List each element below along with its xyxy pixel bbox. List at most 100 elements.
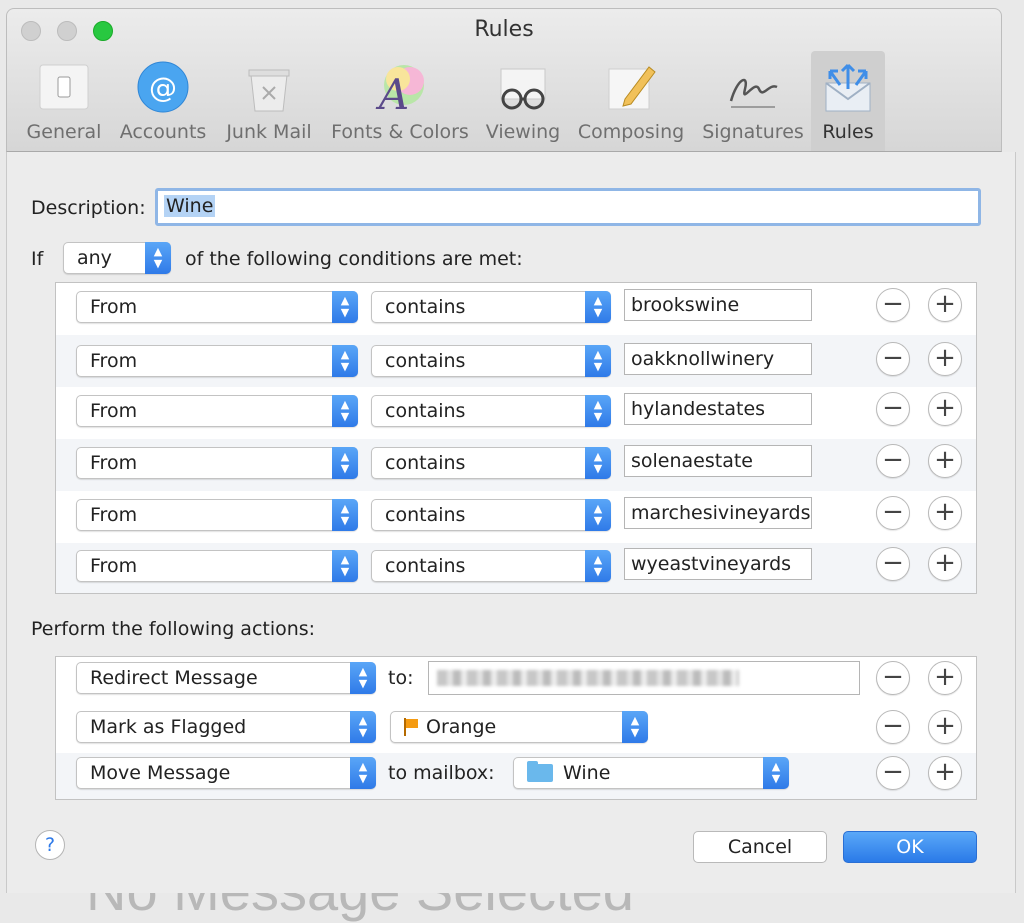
action-row: Redirect Message ▲ ▼ to: − + xyxy=(56,657,976,705)
ok-button[interactable]: OK xyxy=(843,831,977,863)
folder-icon xyxy=(527,761,553,782)
condition-row: From ▲ ▼ contains ▲ ▼ brookswine − + xyxy=(56,283,976,335)
stepper-icon: ▲ ▼ xyxy=(585,395,611,427)
svg-text:@: @ xyxy=(149,71,177,104)
actions-label: Perform the following actions: xyxy=(31,618,316,640)
tab-viewing-label: Viewing xyxy=(485,121,561,143)
condition-operator-value: contains xyxy=(385,296,466,318)
tab-composing[interactable]: Composing xyxy=(573,51,689,151)
add-condition-button[interactable]: + xyxy=(928,288,962,322)
conditions-suffix-label: of the following conditions are met: xyxy=(185,248,523,270)
remove-condition-button[interactable]: − xyxy=(876,496,910,530)
condition-operator-select[interactable]: contains ▲ ▼ xyxy=(371,499,611,531)
stepper-icon: ▲ ▼ xyxy=(585,499,611,531)
rule-editor-panel: Description: Wine If any ▲ ▼ of the follo… xyxy=(6,152,1016,893)
condition-value-field[interactable]: hylandestates xyxy=(624,393,812,425)
condition-operator-select[interactable]: contains ▲ ▼ xyxy=(371,395,611,427)
stepper-icon: ▲ ▼ xyxy=(332,345,358,377)
action-type-select[interactable]: Mark as Flagged ▲ ▼ xyxy=(76,711,376,743)
condition-row: From ▲ ▼ contains ▲ ▼ wyeastvineyards − + xyxy=(56,543,976,593)
tab-composing-label: Composing xyxy=(577,121,685,143)
mailbox-select[interactable]: Wine ▲ ▼ xyxy=(513,757,789,789)
tab-accounts-label: Accounts xyxy=(119,121,207,143)
match-any-all-select[interactable]: any ▲ ▼ xyxy=(63,242,171,274)
condition-field-select[interactable]: From ▲ ▼ xyxy=(76,395,358,427)
condition-field-value: From xyxy=(90,504,138,526)
redirect-address-field[interactable] xyxy=(428,661,860,695)
condition-field-value: From xyxy=(90,296,138,318)
tab-viewing[interactable]: Viewing xyxy=(481,51,565,151)
tab-general[interactable]: General xyxy=(19,51,109,151)
stepper-icon: ▲ ▼ xyxy=(585,291,611,323)
condition-value-field[interactable]: solenaestate xyxy=(624,445,812,477)
add-condition-button[interactable]: + xyxy=(928,342,962,376)
fonts-icon: A xyxy=(372,59,428,119)
if-label: If xyxy=(31,248,44,270)
remove-condition-button[interactable]: − xyxy=(876,288,910,322)
add-action-button[interactable]: + xyxy=(928,661,962,695)
condition-operator-value: contains xyxy=(385,452,466,474)
condition-operator-select[interactable]: contains ▲ ▼ xyxy=(371,345,611,377)
condition-field-select[interactable]: From ▲ ▼ xyxy=(76,345,358,377)
stepper-icon: ▲ ▼ xyxy=(332,291,358,323)
action-type-select[interactable]: Redirect Message ▲ ▼ xyxy=(76,662,376,694)
tab-rules[interactable]: Rules xyxy=(811,51,885,151)
titlebar: Rules General @ Accounts Junk Mail A Fon… xyxy=(6,8,1002,152)
redacted-address xyxy=(437,670,739,686)
condition-field-select[interactable]: From ▲ ▼ xyxy=(76,499,358,531)
add-action-button[interactable]: + xyxy=(928,756,962,790)
condition-operator-value: contains xyxy=(385,400,466,422)
add-action-button[interactable]: + xyxy=(928,710,962,744)
action-type-select[interactable]: Move Message ▲ ▼ xyxy=(76,757,376,789)
condition-row: From ▲ ▼ contains ▲ ▼ hylandestates − + xyxy=(56,387,976,439)
condition-operator-value: contains xyxy=(385,350,466,372)
rules-icon xyxy=(820,59,876,115)
remove-condition-button[interactable]: − xyxy=(876,392,910,426)
condition-row: From ▲ ▼ contains ▲ ▼ solenaestate − + xyxy=(56,439,976,491)
help-button[interactable]: ? xyxy=(35,830,65,860)
flag-color-value: Orange xyxy=(426,716,497,738)
condition-operator-value: contains xyxy=(385,504,466,526)
signature-icon xyxy=(725,59,781,115)
remove-action-button[interactable]: − xyxy=(876,710,910,744)
condition-operator-select[interactable]: contains ▲ ▼ xyxy=(371,291,611,323)
redirect-to-label: to: xyxy=(388,667,414,689)
flag-color-select[interactable]: Orange ▲ ▼ xyxy=(390,711,648,743)
add-condition-button[interactable]: + xyxy=(928,496,962,530)
condition-value-field[interactable]: marchesivineyards xyxy=(624,497,812,529)
stepper-icon: ▲ ▼ xyxy=(350,662,376,694)
condition-operator-select[interactable]: contains ▲ ▼ xyxy=(371,550,611,582)
remove-action-button[interactable]: − xyxy=(876,661,910,695)
tab-accounts[interactable]: @ Accounts xyxy=(113,51,213,151)
stepper-icon: ▲ ▼ xyxy=(332,395,358,427)
add-condition-button[interactable]: + xyxy=(928,547,962,581)
glasses-icon xyxy=(495,59,551,115)
condition-field-select[interactable]: From ▲ ▼ xyxy=(76,550,358,582)
description-label: Description: xyxy=(31,197,146,219)
condition-value-field[interactable]: brookswine xyxy=(624,289,812,321)
condition-value-field[interactable]: wyeastvineyards xyxy=(624,548,812,580)
condition-value-field[interactable]: oakknollwinery xyxy=(624,343,812,375)
stepper-icon: ▲ ▼ xyxy=(585,447,611,479)
remove-condition-button[interactable]: − xyxy=(876,444,910,478)
flag-icon xyxy=(404,718,418,736)
add-condition-button[interactable]: + xyxy=(928,392,962,426)
window-title: Rules xyxy=(474,17,534,42)
tab-fonts-colors-label: Fonts & Colors xyxy=(331,121,469,143)
stepper-icon: ▲ ▼ xyxy=(350,711,376,743)
condition-field-select[interactable]: From ▲ ▼ xyxy=(76,291,358,323)
to-mailbox-label: to mailbox: xyxy=(388,762,495,784)
tab-fonts-colors[interactable]: A Fonts & Colors xyxy=(325,51,475,151)
condition-operator-select[interactable]: contains ▲ ▼ xyxy=(371,447,611,479)
tab-rules-label: Rules xyxy=(822,121,874,143)
cancel-button[interactable]: Cancel xyxy=(693,831,827,863)
tab-junk-mail[interactable]: Junk Mail xyxy=(219,51,319,151)
remove-condition-button[interactable]: − xyxy=(876,342,910,376)
add-condition-button[interactable]: + xyxy=(928,444,962,478)
remove-condition-button[interactable]: − xyxy=(876,547,910,581)
action-type-value: Move Message xyxy=(90,762,231,784)
remove-action-button[interactable]: − xyxy=(876,756,910,790)
condition-field-select[interactable]: From ▲ ▼ xyxy=(76,447,358,479)
description-field[interactable]: Wine xyxy=(155,188,981,226)
tab-signatures[interactable]: Signatures xyxy=(697,51,809,151)
